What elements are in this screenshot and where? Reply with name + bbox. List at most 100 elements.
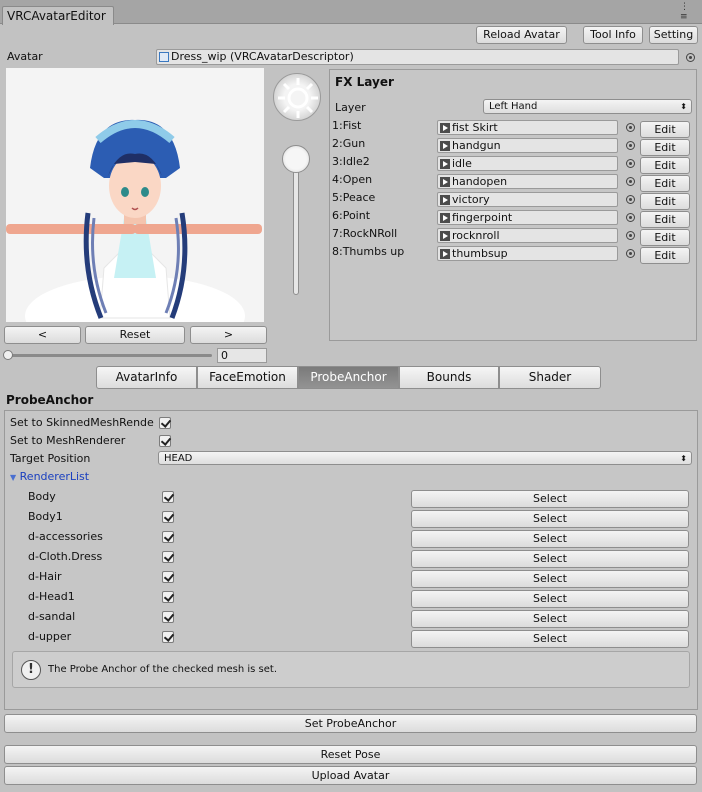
renderer-name: d-upper (28, 630, 72, 643)
avatar-object-field[interactable]: Dress_wip (VRCAvatarDescriptor) (156, 49, 679, 65)
set-probe-anchor-button[interactable]: Set ProbeAnchor (4, 714, 697, 733)
dropdown-arrow-icon: ⬍ (680, 454, 687, 463)
renderer-checkbox[interactable] (162, 631, 174, 643)
info-helpbox: ! The Probe Anchor of the checked mesh i… (12, 651, 690, 688)
animation-clip-icon (440, 141, 450, 151)
renderer-select-button[interactable]: Select (411, 610, 689, 628)
fx-layer-label: Layer (335, 101, 366, 114)
fx-clip-picker-icon[interactable] (626, 195, 635, 204)
avatar-preview[interactable] (6, 68, 264, 322)
mesh-renderer-checkbox[interactable] (159, 435, 171, 447)
renderer-name: Body1 (28, 510, 63, 523)
window-menu-icon[interactable]: ⋮ ≡ (680, 2, 689, 22)
renderer-select-button[interactable]: Select (411, 570, 689, 588)
fx-edit-button[interactable]: Edit (640, 121, 690, 138)
skinned-mesh-checkbox[interactable] (159, 417, 171, 429)
fx-clip-field[interactable]: handgun (437, 138, 618, 153)
renderer-select-button[interactable]: Select (411, 550, 689, 568)
renderer-name: d-sandal (28, 610, 76, 623)
fx-clip-field[interactable]: fist Skirt (437, 120, 618, 135)
fx-edit-button[interactable]: Edit (640, 157, 690, 174)
renderer-select-button[interactable]: Select (411, 530, 689, 548)
tool-info-button[interactable]: Tool Info (583, 26, 643, 44)
renderer-name: d-accessories (28, 530, 103, 543)
fx-clip-field[interactable]: thumbsup (437, 246, 618, 261)
fx-clip-name: thumbsup (452, 247, 508, 260)
renderer-checkbox[interactable] (162, 611, 174, 623)
renderer-list-label: RendererList (19, 470, 90, 483)
renderer-name: Body (28, 490, 56, 503)
reset-preview-button[interactable]: Reset (85, 326, 185, 344)
fx-clip-picker-icon[interactable] (626, 213, 635, 222)
target-position-dropdown[interactable]: HEAD ⬍ (158, 451, 692, 465)
fx-clip-picker-icon[interactable] (626, 177, 635, 186)
fx-clip-field[interactable]: fingerpoint (437, 210, 618, 225)
fx-clip-name: victory (452, 193, 490, 206)
avatar-label: Avatar (7, 50, 43, 63)
preview-slider-thumb[interactable] (3, 350, 13, 360)
fx-clip-name: handopen (452, 175, 508, 188)
light-vertical-slider-thumb[interactable] (282, 145, 310, 173)
fx-edit-button[interactable]: Edit (640, 247, 690, 264)
layer-hand-dropdown[interactable]: Left Hand ⬍ (483, 99, 692, 114)
renderer-name: d-Head1 (28, 590, 75, 603)
animation-clip-icon (440, 249, 450, 259)
sun-icon (278, 78, 318, 118)
avatar-figure-image (6, 119, 262, 322)
fx-clip-field[interactable]: handopen (437, 174, 618, 189)
renderer-select-button[interactable]: Select (411, 630, 689, 648)
fx-edit-button[interactable]: Edit (640, 211, 690, 228)
fx-clip-field[interactable]: idle (437, 156, 618, 171)
preview-slider-value[interactable]: 0 (217, 348, 267, 363)
preview-slider-track[interactable] (6, 354, 212, 357)
setting-button[interactable]: Setting (649, 26, 698, 44)
fx-clip-picker-icon[interactable] (626, 159, 635, 168)
dropdown-arrow-icon: ⬍ (680, 102, 687, 111)
tab-bounds[interactable]: Bounds (399, 366, 499, 389)
fx-edit-button[interactable]: Edit (640, 193, 690, 210)
fx-edit-button[interactable]: Edit (640, 229, 690, 246)
fx-clip-name: fist Skirt (452, 121, 498, 134)
renderer-checkbox[interactable] (162, 531, 174, 543)
fx-clip-picker-icon[interactable] (626, 249, 635, 258)
renderer-checkbox[interactable] (162, 511, 174, 523)
tab-probeanchor[interactable]: ProbeAnchor (298, 366, 399, 389)
animation-clip-icon (440, 231, 450, 241)
prev-pose-button[interactable]: < (4, 326, 81, 344)
avatar-picker-icon[interactable] (686, 53, 695, 62)
tab-shader[interactable]: Shader (499, 366, 601, 389)
renderer-name: d-Cloth.Dress (28, 550, 103, 563)
fx-clip-picker-icon[interactable] (626, 123, 635, 132)
fx-clip-picker-icon[interactable] (626, 231, 635, 240)
fx-edit-button[interactable]: Edit (640, 175, 690, 192)
target-position-value: HEAD (164, 453, 193, 464)
avatar-field-value: Dress_wip (VRCAvatarDescriptor) (171, 50, 354, 63)
upload-avatar-button[interactable]: Upload Avatar (4, 766, 697, 785)
tab-avatarinfo[interactable]: AvatarInfo (96, 366, 197, 389)
fx-row-label: 8:Thumbs up (332, 245, 405, 258)
tab-faceemotion[interactable]: FaceEmotion (197, 366, 298, 389)
probe-anchor-heading: ProbeAnchor (6, 393, 94, 407)
animation-clip-icon (440, 195, 450, 205)
window-tab[interactable]: VRCAvatarEditor (2, 6, 114, 25)
reset-pose-button[interactable]: Reset Pose (4, 745, 697, 764)
renderer-checkbox[interactable] (162, 591, 174, 603)
fx-clip-field[interactable]: rocknroll (437, 228, 618, 243)
fx-edit-button[interactable]: Edit (640, 139, 690, 156)
fx-clip-field[interactable]: victory (437, 192, 618, 207)
mesh-renderer-label: Set to MeshRenderer (10, 434, 126, 447)
renderer-checkbox[interactable] (162, 551, 174, 563)
renderer-list-foldout[interactable]: ▼ RendererList (10, 470, 89, 485)
renderer-select-button[interactable]: Select (411, 590, 689, 608)
animation-clip-icon (440, 123, 450, 133)
fx-row-label: 2:Gun (332, 137, 366, 150)
renderer-select-button[interactable]: Select (411, 510, 689, 528)
fx-clip-picker-icon[interactable] (626, 141, 635, 150)
renderer-checkbox[interactable] (162, 491, 174, 503)
renderer-select-button[interactable]: Select (411, 490, 689, 508)
next-pose-button[interactable]: > (190, 326, 267, 344)
renderer-checkbox[interactable] (162, 571, 174, 583)
fx-row-label: 5:Peace (332, 191, 376, 204)
reload-avatar-button[interactable]: Reload Avatar (476, 26, 567, 44)
light-sphere-icon[interactable] (273, 73, 321, 121)
